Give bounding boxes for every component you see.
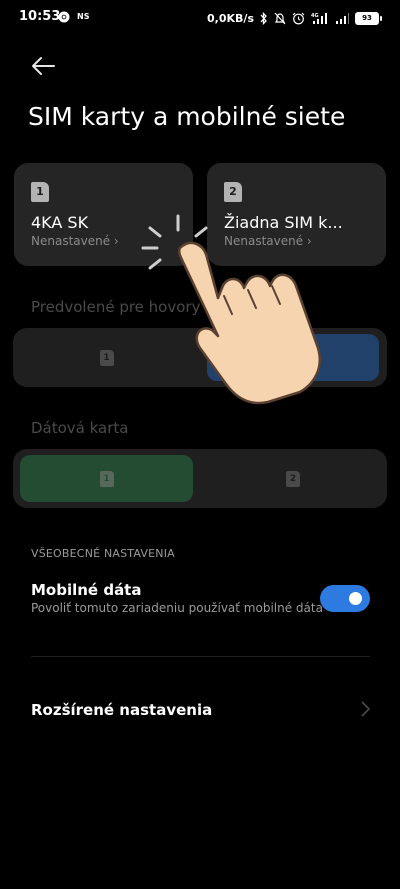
chrome-icon (58, 11, 70, 23)
mobile-data-title: Mobilné dáta (31, 581, 142, 599)
mobile-data-toggle[interactable] (320, 585, 370, 612)
data-option-sim-2[interactable]: 2 (207, 455, 379, 502)
general-settings-header: VŠEOBECNÉ NASTAVENIA (31, 547, 175, 560)
signal-4g-icon: 4G (311, 12, 327, 24)
svg-text:4G: 4G (311, 13, 319, 19)
advanced-settings-link[interactable]: Rozšírené nastavenia (31, 701, 212, 719)
ns-notification-icon: NS (77, 12, 90, 21)
mute-bell-icon (274, 12, 286, 24)
sim-2-icon: 2 (286, 470, 300, 487)
signal-icon (336, 12, 349, 24)
sim-card-name: 4KA SK (31, 213, 89, 232)
tap-hand-icon (141, 214, 321, 405)
network-speed: 0,0KB/s (207, 11, 254, 25)
status-time: 10:53 (19, 9, 61, 24)
toggle-knob (349, 592, 362, 605)
mobile-data-subtitle: Povoliť tomuto zariadeniu používať mobil… (31, 601, 323, 615)
battery-level: 93 (355, 11, 379, 25)
status-bar: 10:53 NS 0,0KB/s 4G 93 (0, 0, 400, 36)
back-arrow-icon[interactable] (30, 53, 56, 79)
divider (31, 656, 370, 657)
sim-1-icon: 1 (31, 182, 49, 202)
data-option-sim-1[interactable]: 1 (20, 455, 193, 502)
data-card-section-label: Dátová karta (31, 419, 129, 437)
page-title: SIM karty a mobilné siete (28, 102, 346, 131)
sim-1-icon: 1 (99, 470, 114, 487)
chevron-right-icon (361, 701, 371, 717)
battery-indicator: 93 (355, 11, 382, 25)
sim-1-icon: 1 (99, 349, 114, 366)
sim-2-icon: 2 (224, 182, 242, 202)
alarm-icon (292, 12, 305, 24)
data-sim-selector: 1 2 (13, 449, 387, 508)
sim-card-status: Nenastavené › (31, 234, 119, 248)
bluetooth-icon (260, 11, 267, 25)
